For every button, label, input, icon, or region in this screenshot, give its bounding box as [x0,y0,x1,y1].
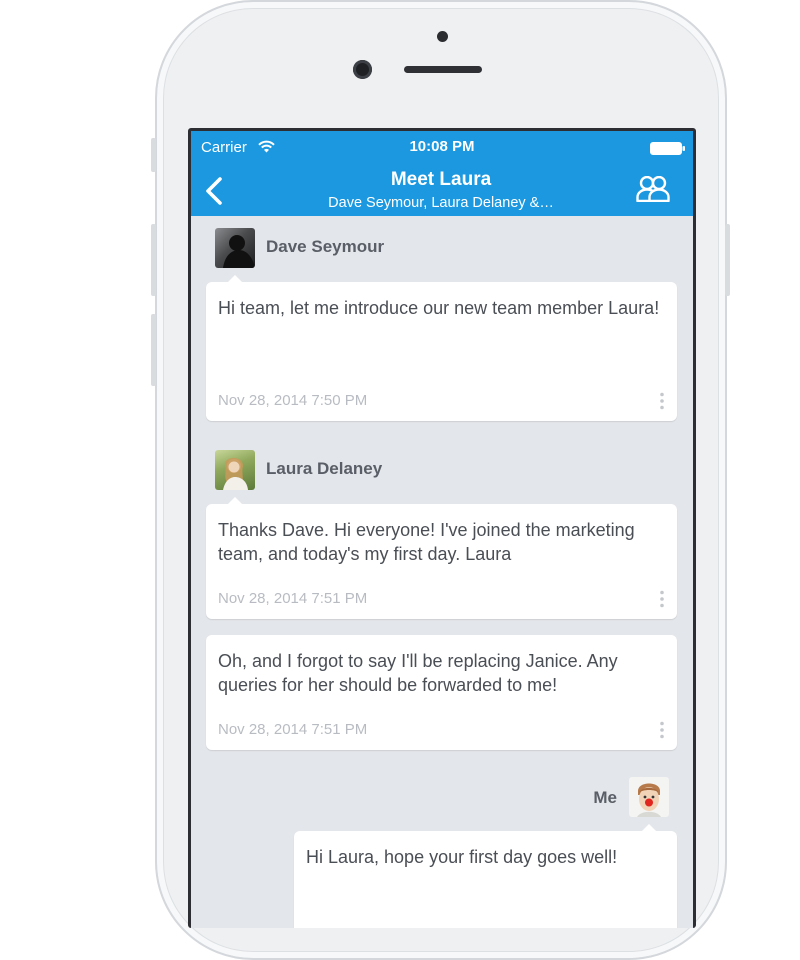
message-timestamp: Nov 28, 2014 7:50 PM [218,392,368,409]
conversation-header: Carrier 10:08 PM Meet Laura Dave Seymour… [191,131,693,216]
status-bar: Carrier 10:08 PM [191,131,693,163]
message-timestamp: Nov 28, 2014 7:51 PM [218,721,368,738]
avatar-dave-seymour[interactable] [215,228,255,268]
people-icon[interactable] [636,176,670,202]
message-sender: Laura Delaney [215,450,515,490]
message-text: Hi Laura, hope your first day goes well! [306,847,618,867]
vertical-ellipsis-icon[interactable] [659,392,665,410]
sender-name: Me [593,788,617,807]
message-bubble[interactable]: Hi Laura, hope your first day goes well! [294,831,677,928]
bubble-pointer [642,824,656,831]
sender-name: Dave Seymour [266,237,385,256]
message-text: Thanks Dave. Hi everyone! I've joined th… [218,520,635,564]
message-text: Oh, and I forgot to say I'll be replacin… [218,651,618,695]
message-timestamp: Nov 28, 2014 7:51 PM [218,590,368,607]
avatar-face-icon [637,783,661,817]
conversation-participants[interactable]: Dave Seymour, Laura Delaney &… [251,195,631,211]
battery-icon [650,142,685,155]
status-time: 10:08 PM [409,138,475,155]
bubble-pointer [228,497,242,504]
chevron-left-icon[interactable] [204,176,224,206]
message-list[interactable]: Dave Seymour Hi team, let me introduce o… [191,216,693,928]
app-screen: Carrier 10:08 PM Meet Laura Dave Seymour… [191,131,693,928]
avatar-me[interactable] [629,777,669,817]
power-button [725,224,730,296]
message-sender: Me [521,777,669,817]
bubble-pointer [228,275,242,282]
avatar-silhouette-icon [223,235,255,268]
message-bubble[interactable]: Oh, and I forgot to say I'll be replacin… [206,635,677,750]
phone-screen: Carrier 10:08 PM Meet Laura Dave Seymour… [188,128,696,928]
message-text: Hi team, let me introduce our new team m… [218,298,660,318]
earpiece-speaker [404,66,482,73]
sender-name: Laura Delaney [266,459,383,478]
message-bubble[interactable]: Hi team, let me introduce our new team m… [206,282,677,421]
front-camera [353,60,372,79]
conversation-title: Meet Laura [390,169,492,190]
message-bubble[interactable]: Thanks Dave. Hi everyone! I've joined th… [206,504,677,619]
volume-up-button [151,224,156,296]
avatar-person-icon [223,457,248,490]
message-sender: Dave Seymour [215,228,515,268]
proximity-sensor [437,31,448,42]
vertical-ellipsis-icon[interactable] [659,590,665,608]
volume-down-button [151,314,156,386]
vertical-ellipsis-icon[interactable] [659,721,665,739]
avatar-laura-delaney[interactable] [215,450,255,490]
mute-switch [151,138,156,172]
